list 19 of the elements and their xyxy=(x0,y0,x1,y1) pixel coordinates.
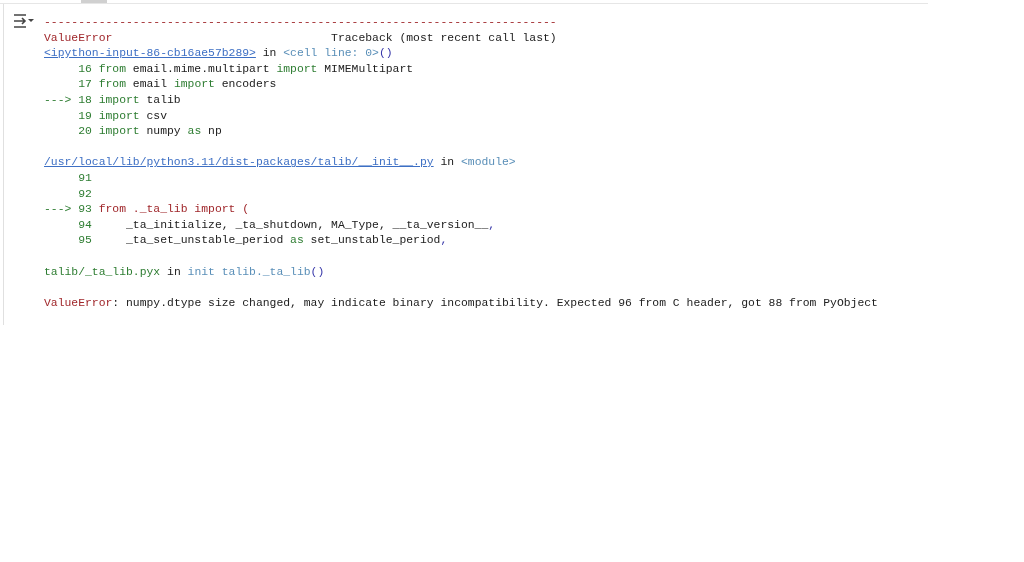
code-line: ---> 18 import talib xyxy=(44,92,182,108)
file-link[interactable]: <ipython-input-86-cb16ae57b289> xyxy=(44,47,256,60)
file-link[interactable]: /usr/local/lib/python3.11/dist-packages/talib/__init__.py xyxy=(44,156,434,169)
code-line: /usr/local/lib/python3.11/dist-packages/talib/__init__.py in <module> xyxy=(44,155,517,171)
code-line: ---> 93 from ._ta_lib import ( xyxy=(44,202,251,218)
code-line: 95 _ta_set_unstable_period as set_unstable_period, xyxy=(77,233,449,249)
code-line: 16 from email.mime.multipart import MIMEMultipart xyxy=(77,61,415,77)
code-line: 92 xyxy=(77,186,93,202)
output-toggle-icon[interactable] xyxy=(13,13,35,29)
code-line: 91 xyxy=(77,170,93,186)
code-line: ValueError Traceback (most recent call last) xyxy=(44,30,558,46)
code-line: 19 import csv xyxy=(77,108,169,124)
code-line: <ipython-input-86-cb16ae57b289> in <cell line: 0>() xyxy=(44,46,394,62)
code-line: 20 import numpy as np xyxy=(77,124,223,140)
code-line: talib/_ta_lib.pyx in init talib._ta_lib() xyxy=(44,264,326,280)
code-line: 17 from email import encoders xyxy=(77,77,278,93)
code-line: 94 _ta_initialize, _ta_shutdown, MA_Type, __ta_version__, xyxy=(77,217,497,233)
code-line: --------------------------------------------------------------------------- xyxy=(44,15,558,30)
code-line: ValueError: numpy.dtype size changed, may indicate binary incompatibility. Expected 96 from C header, got 88 from PyObject xyxy=(44,295,878,311)
